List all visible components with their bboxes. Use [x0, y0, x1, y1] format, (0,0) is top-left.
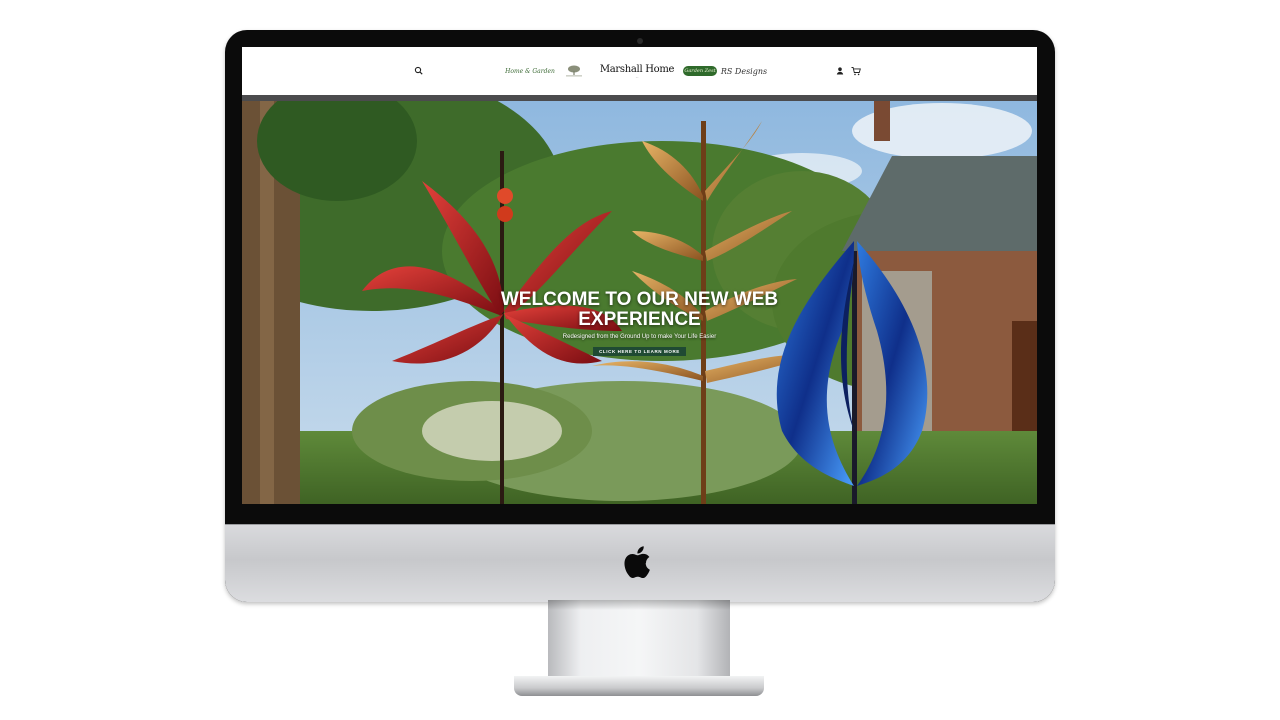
hero-text-block: WELCOME TO OUR NEW WEB EXPERIENCE Redesi…: [242, 290, 1037, 358]
monitor-chin: [225, 524, 1055, 602]
brand-logo-home-garden[interactable]: Home & Garden: [505, 61, 555, 81]
brand-logo-tree[interactable]: [560, 61, 588, 81]
brand-logo-rs-designs-label: RS Designs: [720, 66, 768, 76]
apple-logo-icon: [624, 546, 650, 578]
account-icon[interactable]: [834, 65, 846, 77]
cart-icon[interactable]: [850, 65, 862, 77]
stand-shadow: [548, 600, 730, 610]
site-header: Home & Garden Marshall Home ... Garden Z…: [242, 47, 1037, 95]
brand-logo-marshall-home-tagline: ...: [635, 74, 639, 79]
brand-logo-marshall-home[interactable]: Marshall Home ...: [599, 61, 675, 81]
brand-logo-garden-zest-label: Garden Zest: [684, 68, 716, 74]
search-icon[interactable]: [413, 65, 425, 77]
learn-more-button[interactable]: CLICK HERE TO LEARN MORE: [593, 347, 686, 356]
monitor-base: [514, 676, 764, 696]
tree-logo-icon: [566, 65, 582, 77]
brand-logo-marshall-home-label: Marshall Home: [599, 63, 675, 75]
hero-subtitle: Redesigned from the Ground Up to make Yo…: [562, 334, 717, 340]
website-screen: Home & Garden Marshall Home ... Garden Z…: [242, 47, 1037, 504]
monitor-stand: [548, 600, 730, 679]
hero-title: WELCOME TO OUR NEW WEB EXPERIENCE: [500, 289, 779, 330]
brand-logo-rs-designs[interactable]: RS Designs: [721, 61, 767, 81]
brand-logo-garden-zest[interactable]: Garden Zest: [683, 66, 717, 76]
camera-icon: [637, 38, 643, 44]
hero-banner: WELCOME TO OUR NEW WEB EXPERIENCE Redesi…: [242, 101, 1037, 504]
brand-logo-home-garden-label: Home & Garden: [505, 67, 555, 75]
